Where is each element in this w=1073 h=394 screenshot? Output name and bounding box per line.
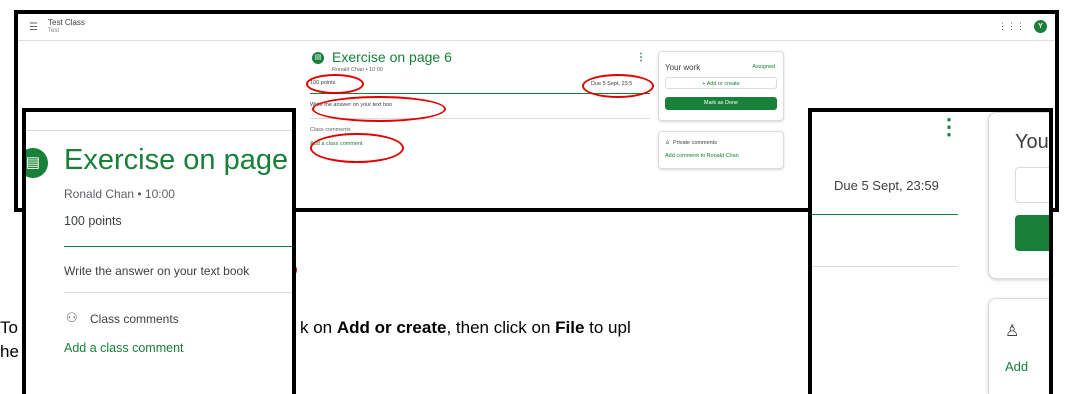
mark-as-done-button[interactable]: Mark as Done (665, 97, 777, 110)
apps-grid-icon[interactable]: ⋮⋮⋮ (998, 21, 1025, 32)
person-icon: ♙ (1005, 323, 1020, 340)
assignment-icon: ▤ (26, 148, 48, 178)
more-vert-icon[interactable]: ⋮ (636, 52, 646, 63)
assignment-points: 100 points (64, 214, 122, 228)
mark-as-done-button[interactable] (1015, 215, 1049, 251)
class-comments-label: Class comments (90, 312, 179, 326)
zoom-panel-right: ⋮ Due 5 Sept, 23:59 You ♙ Add (808, 108, 1053, 394)
your-work-title: Your work (665, 63, 701, 72)
instruction-bold-file: File (555, 318, 585, 337)
annotation-ellipse-description (312, 96, 446, 122)
divider (812, 266, 958, 267)
class-section: Test (48, 28, 60, 34)
instruction-text: k on Add or create, then click on File t… (300, 318, 631, 338)
annotation-ellipse-points (306, 74, 364, 94)
instruction-fragment: to upl (584, 318, 631, 337)
assignment-icon: ▤ (312, 52, 324, 64)
instruction-text-line2: he (0, 342, 19, 361)
private-comments-title: ♙ Private comments (665, 140, 717, 146)
assignment-author-time: Ronald Chan • 10:00 (332, 67, 383, 73)
avatar[interactable]: Y (1034, 20, 1047, 33)
add-class-comment-link[interactable]: Add a class comment (64, 341, 184, 355)
person-icon: ♙ (665, 140, 670, 146)
private-comments-card: ♙ Private comments Add comment to Ronald… (658, 131, 784, 169)
add-or-create-button[interactable] (1015, 167, 1049, 203)
divider-green (812, 214, 958, 215)
private-comments-card: ♙ Add (988, 298, 1049, 394)
work-status-badge: Assigned (752, 64, 775, 70)
your-work-card: You (988, 112, 1049, 279)
instruction-fragment: , then click on (446, 318, 556, 337)
divider-green (64, 246, 292, 247)
add-private-comment-link[interactable]: Add comment to Ronald Chan (665, 153, 739, 159)
class-comments-label: Class comments (310, 127, 351, 133)
assignment-title-zoomed: Exercise on page (64, 144, 289, 176)
hamburger-icon[interactable]: ☰ (29, 22, 38, 33)
instruction-fragment: k on (300, 318, 337, 337)
instruction-text-start: To (0, 318, 18, 337)
divider (26, 130, 292, 131)
add-or-create-button[interactable]: + Add or create (665, 77, 777, 89)
more-vert-icon[interactable]: ⋮ (938, 114, 960, 140)
assignment-title: Exercise on page 6 (332, 49, 452, 65)
people-icon: ⚇ (66, 310, 78, 325)
assignment-author-time: Ronald Chan • 10:00 (64, 187, 175, 201)
your-work-card: Your work Assigned + Add or create Mark … (658, 51, 784, 121)
class-name[interactable]: Test Class (48, 18, 85, 27)
annotation-ellipse-due (582, 74, 654, 98)
annotation-ellipse-comment (310, 133, 404, 163)
divider (64, 292, 292, 293)
assignment-due: Due 5 Sept, 23:59 (834, 178, 939, 193)
assignment-description: Write the answer on your text book (64, 264, 250, 278)
top-app-bar: ☰ Test Class Test ⋮⋮⋮ Y (18, 14, 1055, 41)
your-work-title: You (1015, 131, 1049, 153)
add-private-comment-link[interactable]: Add (1005, 359, 1028, 374)
private-comments-label: Private comments (673, 140, 718, 146)
instruction-bold-add-or-create: Add or create (336, 318, 447, 337)
zoom-panel-left: ▤ Exercise on page Ronald Chan • 10:00 1… (22, 108, 296, 394)
